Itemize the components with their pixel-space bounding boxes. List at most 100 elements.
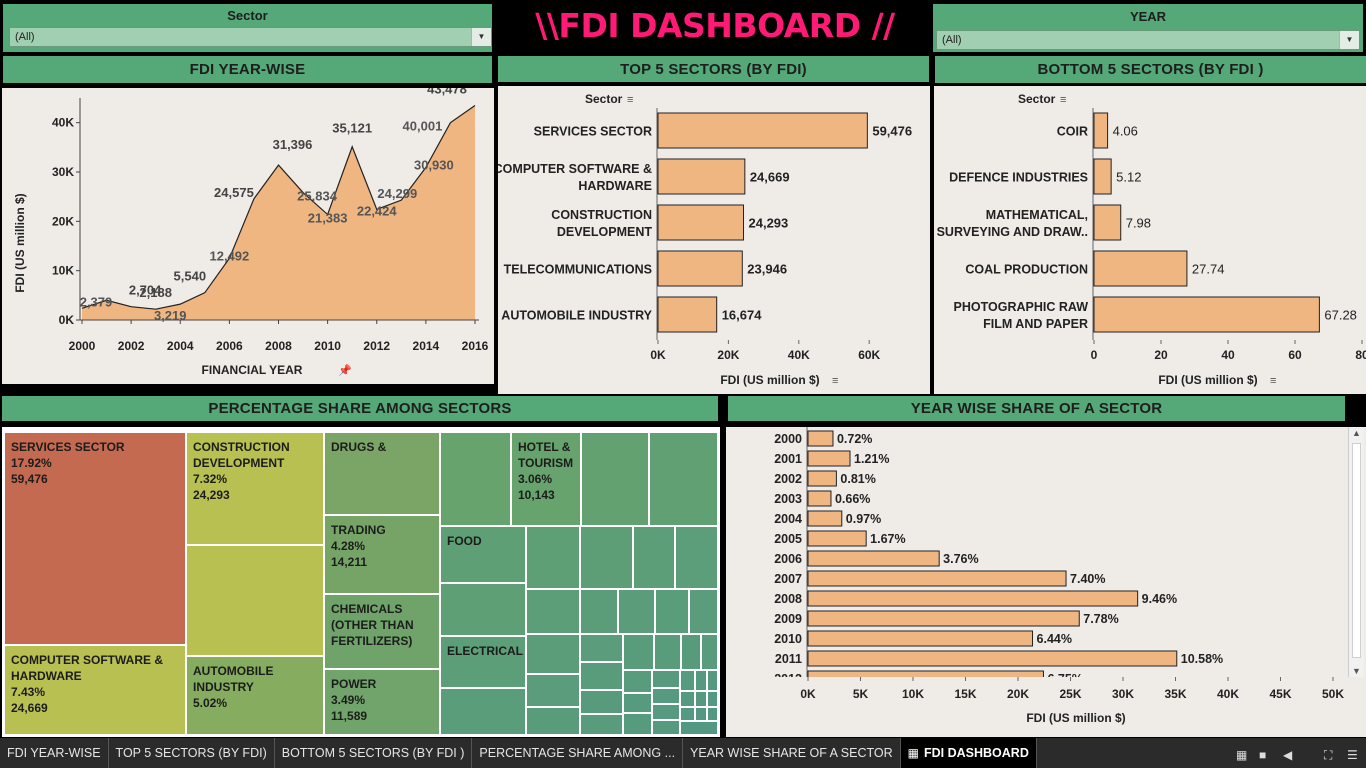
treemap-cell-other[interactable] [701, 634, 718, 670]
treemap-cell-hotel[interactable]: HOTEL & TOURISM 3.06% 10,143 [511, 432, 581, 526]
tab-fdi-year-wise[interactable]: FDI YEAR-WISE [0, 738, 109, 768]
treemap-cell-other[interactable] [440, 432, 511, 526]
treemap-cell-power[interactable]: POWER 3.49% 11,589 [324, 669, 440, 735]
treemap-cell-other[interactable] [649, 432, 718, 526]
grid-view-icon[interactable]: ▦ [1236, 748, 1247, 762]
treemap-cell-other[interactable] [440, 583, 526, 636]
treemap-cell-automobile[interactable]: AUTOMOBILE INDUSTRY 5.02% [186, 656, 324, 735]
treemap-cell-other[interactable] [707, 707, 718, 721]
treemap-cell-food[interactable]: FOOD [440, 526, 526, 583]
tab-percentage-share[interactable]: PERCENTAGE SHARE AMONG ... [472, 738, 684, 768]
treemap-cell-other[interactable] [580, 690, 623, 714]
bar-value-label: 16,674 [722, 308, 763, 323]
year-select[interactable]: (All) ▼ [936, 30, 1360, 50]
stop-icon[interactable]: ■ [1259, 748, 1266, 762]
bar-value-label: 23,946 [747, 262, 787, 277]
bar-value-label: 6.44% [1037, 632, 1072, 646]
treemap-cell-other[interactable] [623, 713, 652, 735]
category-label: TELECOMMUNICATIONS [504, 263, 652, 277]
category-label: COIR [1057, 125, 1088, 139]
bar [657, 296, 718, 333]
treemap-cell-other[interactable] [707, 691, 718, 707]
treemap-cell-other[interactable] [695, 691, 707, 707]
treemap-cell-other[interactable] [623, 693, 652, 713]
treemap-cell-other[interactable] [695, 670, 707, 691]
treemap-cell-other[interactable] [526, 674, 580, 707]
tab-year-wise-share[interactable]: YEAR WISE SHARE OF A SECTOR [683, 738, 901, 768]
treemap-cell-other[interactable] [652, 704, 680, 720]
treemap-cell-label: 3.49% [331, 693, 366, 707]
bar-value-label: 67.28 [1324, 308, 1357, 323]
treemap-cell-other[interactable] [580, 662, 623, 690]
treemap-cell-other[interactable] [581, 432, 649, 526]
treemap-cell-other[interactable] [707, 670, 718, 691]
treemap-cell-chemicals[interactable]: CHEMICALS (OTHER THAN FERTILIZERS) [324, 594, 440, 669]
bar [807, 570, 1067, 587]
scroll-up-icon[interactable]: ▲ [1352, 428, 1361, 438]
chevron-down-icon[interactable]: ▼ [471, 28, 491, 46]
sector-filter: Sector (All) ▼ [3, 4, 492, 52]
fullscreen-icon[interactable]: ⛶ [1324, 748, 1332, 763]
sector-share-panel: 0.72% 2000 1.21% 2001 0.81% 2002 0.66% 2003 0.97… [726, 427, 1366, 737]
treemap-cell-label: ELECTRICAL [447, 644, 523, 658]
category-label: MATHEMATICAL, [986, 208, 1088, 222]
treemap-cell-other[interactable] [681, 634, 701, 670]
treemap-cell-services[interactable]: SERVICES SECTOR 17.92% 59,476 [4, 432, 186, 645]
treemap-cell-other[interactable] [689, 589, 718, 634]
menu-icon[interactable]: ☰ [1347, 748, 1358, 762]
treemap-cell-drugs[interactable]: DRUGS & [324, 432, 440, 515]
bar [807, 550, 940, 567]
back-icon[interactable]: ◀ [1283, 748, 1292, 762]
treemap-cell-other[interactable] [580, 526, 633, 589]
treemap-cell-other[interactable] [526, 634, 580, 674]
treemap-cell-other[interactable] [652, 720, 680, 735]
treemap-cell-other[interactable] [680, 721, 718, 735]
treemap-cell-other[interactable] [633, 526, 675, 589]
scroll-down-icon[interactable]: ▼ [1352, 666, 1361, 676]
treemap-cell-other[interactable] [580, 589, 618, 634]
treemap-cell-other[interactable] [680, 707, 695, 721]
treemap-cell-other[interactable] [526, 707, 580, 735]
treemap-cell-other[interactable] [695, 707, 707, 721]
treemap-cell-other[interactable] [680, 691, 695, 707]
treemap-cell-other[interactable] [652, 688, 680, 704]
vertical-scrollbar[interactable]: ▲ ▼ [1348, 427, 1364, 677]
x-tick-label: 45K [1269, 687, 1291, 701]
sort-header-label: Sector [585, 92, 623, 106]
data-label: 31,396 [273, 137, 313, 152]
treemap-cell-other[interactable] [618, 589, 655, 634]
treemap-cell-other[interactable] [526, 589, 580, 634]
sector-select[interactable]: (All) ▼ [9, 27, 492, 47]
category-label: COMPUTER SOFTWARE & [498, 162, 652, 176]
treemap-cell-construction[interactable]: CONSTRUCTION DEVELOPMENT 7.32% 24,293 [186, 432, 324, 545]
tab-top5-sectors[interactable]: TOP 5 SECTORS (BY FDI) [109, 738, 275, 768]
tab-bottom5-sectors[interactable]: BOTTOM 5 SECTORS (BY FDI ) [275, 738, 473, 768]
tab-fdi-dashboard[interactable]: ▦ FDI DASHBOARD [900, 738, 1037, 768]
treemap-cell-other[interactable] [675, 526, 718, 589]
x-tick-label: 50K [1322, 687, 1344, 701]
treemap-cell-other[interactable] [655, 589, 689, 634]
bar [807, 510, 843, 527]
treemap-cell-other[interactable] [623, 670, 652, 693]
treemap-cell-other[interactable] [680, 670, 695, 691]
treemap-cell-label: POWER [331, 677, 377, 691]
treemap-cell-other[interactable] [440, 688, 526, 735]
chevron-down-icon[interactable]: ▼ [1339, 31, 1359, 49]
bar-value-label: 9.46% [1142, 592, 1177, 606]
bar-value-label: 59,476 [872, 124, 912, 139]
treemap-cell-other[interactable] [652, 670, 680, 688]
treemap-cell-other[interactable] [580, 714, 623, 735]
treemap-cell-trading[interactable]: TRADING 4.28% 14,211 [324, 515, 440, 594]
treemap-cell-computer[interactable]: COMPUTER SOFTWARE & HARDWARE 7.43% 24,669 [4, 645, 186, 735]
scroll-thumb[interactable] [1352, 443, 1361, 658]
treemap-cell-other[interactable] [186, 545, 324, 656]
bar [657, 158, 746, 195]
treemap-cell-other[interactable] [580, 634, 623, 662]
treemap-cell-electrical[interactable]: ELECTRICAL [440, 636, 526, 688]
treemap-cell-label: 10,143 [518, 488, 555, 502]
treemap-cell-other[interactable] [526, 526, 580, 589]
bar-value-label: 1.21% [854, 452, 889, 466]
bar-value-label: 0.72% [837, 432, 872, 446]
treemap-cell-other[interactable] [654, 634, 681, 670]
treemap-cell-other[interactable] [623, 634, 654, 670]
